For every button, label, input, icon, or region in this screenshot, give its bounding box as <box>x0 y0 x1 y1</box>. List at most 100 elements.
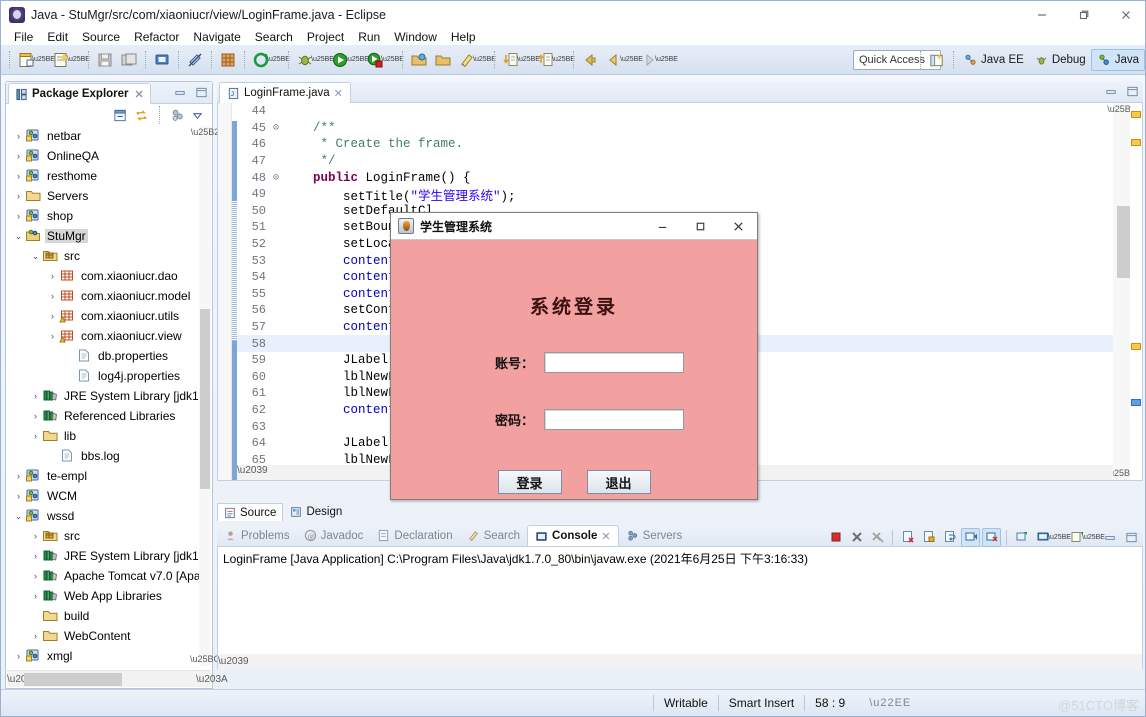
collapse-arrow-icon[interactable]: › <box>12 471 25 481</box>
menu-help[interactable]: Help <box>444 29 483 45</box>
collapse-arrow-icon[interactable]: › <box>29 411 42 421</box>
login-dialog-maximize-button[interactable] <box>681 213 719 240</box>
info-marker[interactable] <box>1131 399 1141 406</box>
tab-package-explorer[interactable]: Package Explorer ✕ <box>8 83 151 104</box>
clear-console-icon[interactable] <box>898 528 917 547</box>
console-horizontal-scrollbar[interactable]: \u2039 <box>218 654 1142 669</box>
vertical-scroll-track[interactable] <box>1116 116 1131 467</box>
coverage-dropdown-arrow-icon[interactable]: \u25BE <box>381 49 404 71</box>
tree-item[interactable]: › resthome <box>6 166 200 186</box>
login-dialog[interactable]: 学生管理系统 系统登录 账号： 密码： 登录 退出 <box>390 212 758 500</box>
new-java-project-icon[interactable] <box>15 49 37 71</box>
tab-design[interactable]: Design <box>283 503 349 521</box>
expand-arrow-icon[interactable]: ⌄ <box>29 251 42 262</box>
terminate-icon[interactable] <box>826 528 845 547</box>
tab-search[interactable]: Search <box>460 525 527 546</box>
password-input[interactable] <box>544 409 684 430</box>
collapse-arrow-icon[interactable]: › <box>12 491 25 501</box>
menu-run[interactable]: Run <box>351 29 387 45</box>
username-input[interactable] <box>544 352 684 373</box>
tree-item[interactable]: › Apache Tomcat v7.0 [Apache <box>6 566 200 586</box>
menu-project[interactable]: Project <box>300 29 351 45</box>
close-icon[interactable]: ✕ <box>601 530 610 543</box>
menu-edit[interactable]: Edit <box>40 29 75 45</box>
scroll-left-icon[interactable]: \u2039 <box>237 465 268 476</box>
word-wrap-icon[interactable] <box>940 528 959 547</box>
tree-item[interactable]: › xmgl <box>6 646 200 666</box>
search-dropdown-arrow-icon[interactable]: \u25BE <box>473 49 496 71</box>
tree-item[interactable]: › Web App Libraries <box>6 586 200 606</box>
close-button[interactable] <box>1105 1 1145 29</box>
collapse-arrow-icon[interactable]: › <box>46 311 59 321</box>
forward-icon[interactable] <box>638 49 660 71</box>
horizontal-scroll-thumb[interactable] <box>24 672 122 686</box>
tree-item[interactable]: › com.xiaoniucr.utils <box>6 306 200 326</box>
show-console-on-error-icon[interactable] <box>982 527 1001 547</box>
warning-marker[interactable] <box>1131 139 1141 146</box>
tree-item[interactable]: › Referenced Libraries <box>6 406 200 426</box>
collapse-all-icon[interactable] <box>113 108 128 123</box>
perspective-java[interactable]: Java <box>1090 49 1145 71</box>
previous-annotation-dropdown-arrow-icon[interactable]: \u25BE <box>552 49 575 71</box>
collapse-arrow-icon[interactable]: › <box>29 531 42 541</box>
open-type-icon[interactable] <box>408 49 430 71</box>
debug-icon[interactable] <box>294 49 316 71</box>
tree-item[interactable]: › WCM <box>6 486 200 506</box>
project-tree[interactable]: › netbar › OnlineQA › resthome › Servers › shop ⌄ S… <box>6 126 200 666</box>
tree-item[interactable]: › te-empl <box>6 466 200 486</box>
scroll-right-icon[interactable]: \u203A <box>196 674 228 685</box>
scroll-lock-icon[interactable] <box>919 528 938 547</box>
code-line[interactable]: 47 */ <box>237 153 1113 170</box>
toggle-mark-occurrences-icon[interactable] <box>184 49 206 71</box>
new-package-icon[interactable] <box>217 49 239 71</box>
external-tools-dropdown-arrow-icon[interactable]: \u25BE <box>267 49 290 71</box>
tree-item[interactable]: ⌄ src <box>6 246 200 266</box>
print-icon[interactable] <box>151 49 173 71</box>
show-console-on-output-icon[interactable] <box>961 527 980 547</box>
collapse-arrow-icon[interactable]: › <box>46 291 59 301</box>
collapse-arrow-icon[interactable]: › <box>12 151 25 161</box>
next-annotation-dropdown-arrow-icon[interactable]: \u25BE <box>517 49 540 71</box>
tree-item[interactable]: › src <box>6 526 200 546</box>
view-menu-icon[interactable] <box>191 109 204 122</box>
login-button[interactable]: 登录 <box>497 470 562 494</box>
remove-all-terminated-icon[interactable] <box>868 528 887 547</box>
tree-item[interactable]: › com.xiaoniucr.view <box>6 326 200 346</box>
collapse-arrow-icon[interactable]: › <box>12 651 25 661</box>
menu-navigate[interactable]: Navigate <box>186 29 247 45</box>
forward-dropdown-arrow-icon[interactable]: \u25BE <box>655 49 678 71</box>
vertical-scroll-thumb[interactable] <box>1116 206 1131 278</box>
run-dropdown-arrow-icon[interactable]: \u25BE <box>346 49 369 71</box>
tree-item[interactable]: build <box>6 606 200 626</box>
maximize-button[interactable] <box>1063 1 1105 29</box>
menu-search[interactable]: Search <box>248 29 300 45</box>
debug-dropdown-arrow-icon[interactable]: \u25BE <box>311 49 334 71</box>
code-line[interactable]: 44 <box>237 103 1113 120</box>
expand-arrow-icon[interactable]: ⌄ <box>12 511 25 522</box>
remove-launch-icon[interactable] <box>847 528 866 547</box>
console-output[interactable]: LoginFrame [Java Application] C:\Program… <box>217 547 1143 669</box>
code-line[interactable]: 45 ⊝ /** <box>237 120 1113 137</box>
warning-marker[interactable] <box>1131 111 1141 118</box>
tab-javadoc[interactable]: @ Javadoc <box>297 525 371 546</box>
editor-overview-ruler[interactable] <box>1130 103 1142 480</box>
minimize-icon[interactable] <box>1101 528 1120 547</box>
collapse-arrow-icon[interactable]: › <box>29 551 42 561</box>
previous-annotation-icon[interactable] <box>535 49 557 71</box>
tree-item[interactable]: bbs.log <box>6 446 200 466</box>
tree-item[interactable]: › JRE System Library [jdk1.7.0_ <box>6 386 200 406</box>
vertical-scroll-track[interactable] <box>199 139 211 653</box>
scroll-up-icon[interactable]: \u25B2 <box>191 126 220 139</box>
package-explorer-vertical-scrollbar[interactable]: \u25B2 \u25BC <box>190 126 220 666</box>
minimize-button[interactable] <box>1021 1 1063 29</box>
back-icon[interactable] <box>579 49 601 71</box>
tree-item[interactable]: › WebContent <box>6 626 200 646</box>
perspective-debug[interactable]: Debug <box>1029 49 1091 71</box>
status-drag-handle[interactable]: \u22EE <box>855 697 925 709</box>
collapse-arrow-icon[interactable]: › <box>29 391 42 401</box>
scroll-left-icon[interactable]: \u2039 <box>7 674 38 685</box>
code-line[interactable]: 49 setTitle("学生管理系统"); <box>237 186 1113 204</box>
new-wizard-dropdown-arrow-icon[interactable]: \u25BE <box>67 49 90 71</box>
back-history-icon[interactable] <box>603 49 625 71</box>
tree-item[interactable]: › JRE System Library [jdk1.7.0_ <box>6 546 200 566</box>
